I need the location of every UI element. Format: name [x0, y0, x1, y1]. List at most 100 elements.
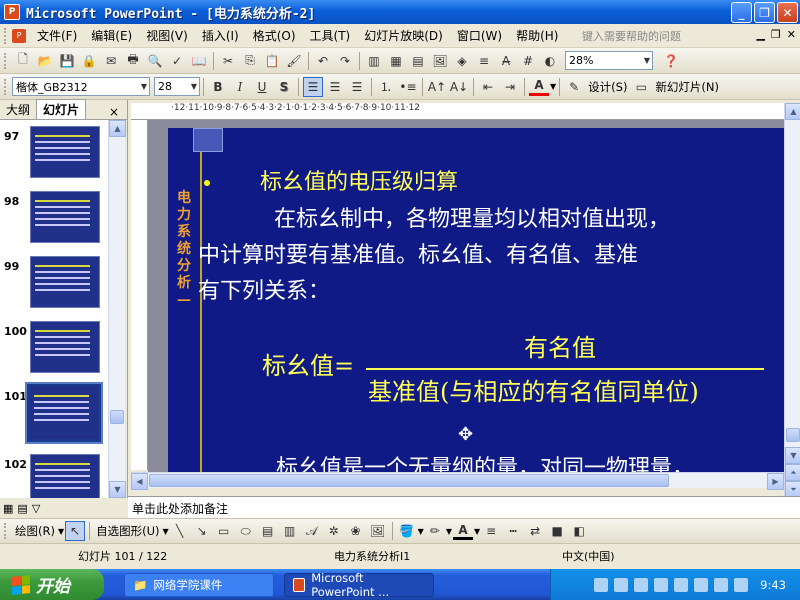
taskbar-folder-button[interactable]: 📁 网络学院课件	[124, 572, 274, 597]
slide-vertical-scrollbar[interactable]: ▲ ▼ ⏶ ⏷	[784, 103, 800, 498]
powerpoint-app-icon[interactable]: P	[4, 4, 20, 20]
vertical-course-title[interactable]: 电力系统分析—	[174, 190, 194, 309]
tray-keyboard-icon[interactable]	[594, 577, 609, 592]
help-question-input[interactable]: 键入需要帮助的问题	[582, 27, 742, 45]
font-size-select[interactable]: 28 ▼	[154, 77, 200, 96]
slide-heading[interactable]: 标幺值的电压级归算	[260, 164, 458, 196]
chevron-down-icon[interactable]: ▼	[446, 527, 452, 536]
slide-preview[interactable]	[30, 126, 100, 178]
slide-thumbnail[interactable]: 98	[0, 191, 108, 255]
slide-horizontal-scrollbar[interactable]: ◀ ▶	[131, 472, 784, 490]
new-icon[interactable]: 🗋	[13, 51, 33, 71]
align-center-icon[interactable]: ☰	[325, 77, 345, 97]
slide-editing-pane[interactable]: 电力系统分析— 标幺值的电压级归算 在标幺制中，各物理量均以相对值出现， 中计算…	[148, 120, 784, 472]
print-preview-icon[interactable]: 🔍	[145, 51, 165, 71]
tray-network-icon[interactable]	[634, 577, 649, 592]
underline-button[interactable]: U	[252, 77, 272, 97]
new-slide-icon[interactable]: ▭	[631, 77, 651, 97]
insert-table-icon[interactable]: ▦	[386, 51, 406, 71]
chevron-down-icon[interactable]: ▼	[58, 527, 64, 536]
autoshapes-menu-button[interactable]: 自选图形(U)	[93, 523, 162, 539]
slide-thumbnail[interactable]: 97	[0, 126, 108, 190]
save-icon[interactable]: 💾	[57, 51, 77, 71]
insert-chart-icon[interactable]: ▥	[364, 51, 384, 71]
design-button[interactable]: 设计(S)	[585, 79, 630, 95]
doc-restore-icon[interactable]: ❐	[771, 28, 781, 41]
numbering-icon[interactable]: ⒈	[376, 77, 396, 97]
clipart-icon[interactable]: ❀	[346, 521, 366, 541]
scroll-thumb[interactable]	[110, 410, 124, 424]
undo-icon[interactable]: ↶	[313, 51, 333, 71]
scroll-down-icon[interactable]: ▼	[109, 481, 126, 498]
tray-help-icon[interactable]	[674, 577, 689, 592]
slide-sorter-icon[interactable]: ▤	[17, 502, 27, 515]
permission-icon[interactable]: 🔒	[79, 51, 99, 71]
tray-input-icon[interactable]	[654, 577, 669, 592]
help-icon[interactable]: ❓	[661, 51, 681, 71]
dash-style-icon[interactable]: ┅	[503, 521, 523, 541]
slide-thumbnail[interactable]: 100	[0, 321, 108, 385]
tab-slides[interactable]: 幻灯片	[36, 99, 87, 119]
email-icon[interactable]: ✉	[101, 51, 121, 71]
tab-outline[interactable]: 大纲	[0, 100, 36, 119]
restore-button[interactable]: ❐	[754, 2, 775, 23]
chevron-down-icon[interactable]: ▼	[474, 527, 480, 536]
slide-preview[interactable]	[30, 454, 100, 498]
menu-slideshow[interactable]: 幻灯片放映(D)	[357, 26, 450, 46]
copy-icon[interactable]: ⎘	[240, 51, 260, 71]
align-left-icon[interactable]: ☰	[303, 76, 323, 97]
line-style-icon[interactable]: ≡	[481, 521, 501, 541]
open-icon[interactable]: 📂	[35, 51, 55, 71]
decrease-font-icon[interactable]: A↓	[449, 77, 469, 97]
slide-preview[interactable]	[30, 256, 100, 308]
diagram-icon[interactable]: ✲	[324, 521, 344, 541]
picture-icon[interactable]: 🖼	[368, 521, 388, 541]
slide-thumbnail[interactable]: 102	[0, 454, 108, 498]
formula-numerator[interactable]: 有名值	[524, 328, 596, 363]
tables-borders-icon[interactable]: ▤	[408, 51, 428, 71]
bullets-icon[interactable]: •≡	[398, 77, 418, 97]
design-icon[interactable]: ✎	[564, 77, 584, 97]
chevron-down-icon[interactable]: ▼	[550, 82, 556, 91]
menu-view[interactable]: 视图(V)	[139, 26, 195, 46]
insert-diagram-icon[interactable]: ◈	[452, 51, 472, 71]
print-icon[interactable]: 🖶	[123, 51, 143, 71]
slide-thumbnail[interactable]: 99	[0, 256, 108, 320]
slide-preview[interactable]	[30, 321, 100, 373]
panel-close-button[interactable]: ×	[109, 105, 119, 119]
formula-denominator[interactable]: 基准值(与相应的有名值同单位)	[368, 372, 699, 407]
spelling-icon[interactable]: ✓	[167, 51, 187, 71]
scroll-left-icon[interactable]: ◀	[131, 473, 148, 490]
expand-all-icon[interactable]: ≡	[474, 51, 494, 71]
previous-slide-icon[interactable]: ⏶	[785, 464, 800, 481]
tray-tools-icon[interactable]	[734, 577, 749, 592]
line-color-icon[interactable]: ✏	[425, 521, 445, 541]
decrease-indent-icon[interactable]: ⇤	[478, 77, 498, 97]
slideshow-view-icon[interactable]: ▽	[32, 502, 40, 515]
increase-font-icon[interactable]: A↑	[427, 77, 447, 97]
research-icon[interactable]: 📖	[189, 51, 209, 71]
increase-indent-icon[interactable]: ⇥	[500, 77, 520, 97]
line-icon[interactable]: ╲	[170, 521, 190, 541]
document-icon[interactable]: P	[12, 28, 26, 43]
slide-bottom-text[interactable]: 标幺值是一个无量纲的量，对同一物理量，	[276, 450, 694, 472]
scroll-thumb[interactable]	[149, 474, 669, 487]
scroll-thumb[interactable]	[786, 428, 800, 442]
slide-paragraph[interactable]: 在标幺制中，各物理量均以相对值出现， 中计算时要有基准值。标幺值、有名值、基准 …	[198, 202, 784, 310]
doc-close-icon[interactable]: ✕	[787, 28, 796, 41]
shadow-button[interactable]: S	[274, 77, 294, 97]
minimize-button[interactable]: _	[731, 2, 752, 23]
3d-style-icon[interactable]: ◧	[569, 521, 589, 541]
slide-thumbnail-selected[interactable]: 101	[0, 382, 108, 450]
tray-pen-icon[interactable]	[614, 577, 629, 592]
slide-preview[interactable]	[30, 191, 100, 243]
select-pointer-icon[interactable]: ↖	[65, 521, 86, 541]
shadow-style-icon[interactable]: ■	[547, 521, 567, 541]
menu-edit[interactable]: 编辑(E)	[84, 26, 139, 46]
cut-icon[interactable]: ✂	[218, 51, 238, 71]
tray-volume-icon[interactable]	[694, 577, 709, 592]
menu-help[interactable]: 帮助(H)	[509, 26, 565, 46]
scroll-down-icon[interactable]: ▼	[785, 447, 800, 464]
format-painter-icon[interactable]: 🖌	[284, 51, 304, 71]
arrow-style-icon[interactable]: ⇄	[525, 521, 545, 541]
